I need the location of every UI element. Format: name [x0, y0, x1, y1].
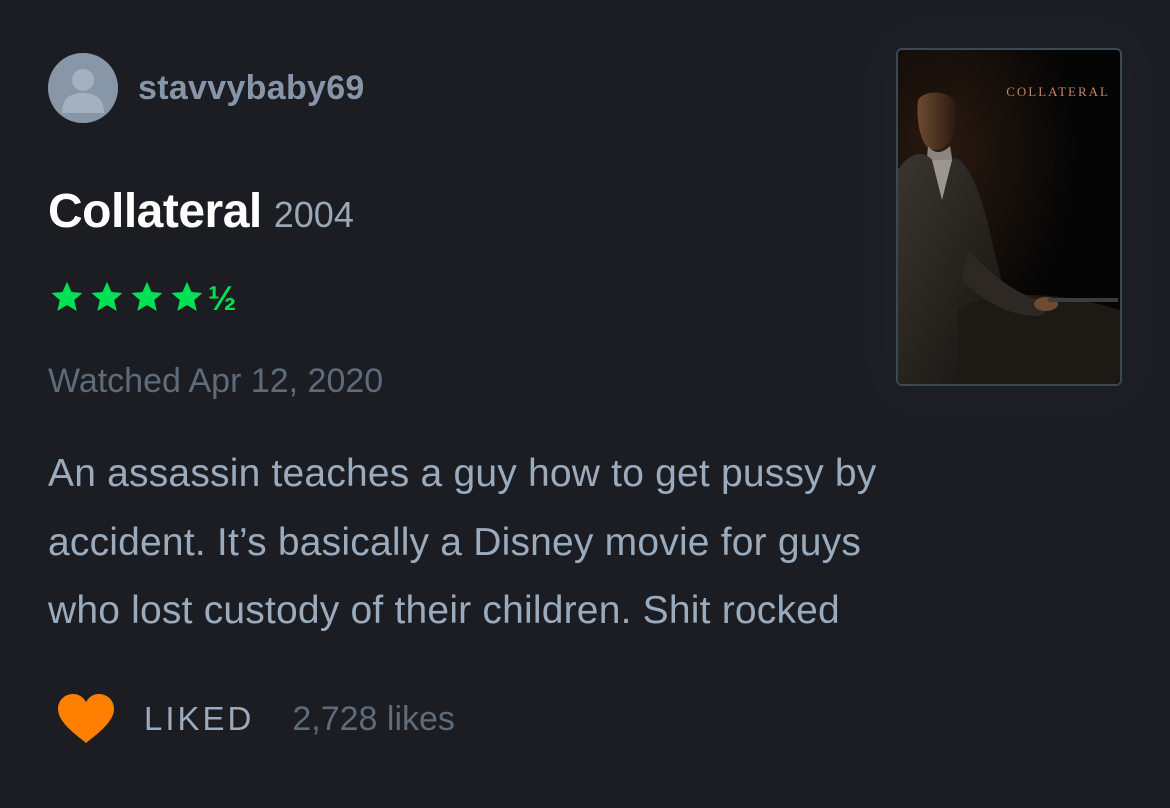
half-star-glyph: ½ — [208, 280, 237, 318]
poster-title: COLLATERAL — [1006, 84, 1110, 99]
star-icon — [91, 281, 123, 311]
avatar[interactable] — [48, 53, 118, 123]
star-rating: ½ — [48, 276, 236, 318]
poster-image — [898, 50, 1120, 384]
review-header: stavvybaby69 — [48, 53, 365, 123]
star-icon — [171, 281, 203, 311]
film-title[interactable]: Collateral — [48, 184, 262, 239]
film-poster[interactable]: COLLATERAL — [896, 48, 1122, 386]
watched-date: Watched Apr 12, 2020 — [48, 362, 384, 400]
review-line: accident. It’s basically a Disney movie … — [48, 520, 862, 564]
review-line: who lost custody of their children. Shit… — [48, 589, 840, 632]
review-line: An assassin teaches a guy how to get pus… — [48, 452, 877, 495]
username[interactable]: stavvybaby69 — [138, 69, 365, 108]
likes-count[interactable]: 2,728 likes — [292, 700, 455, 739]
default-person-icon — [48, 53, 118, 123]
liked-label[interactable]: LIKED — [144, 700, 254, 738]
review-footer: LIKED 2,728 likes — [56, 692, 455, 746]
film-year[interactable]: 2004 — [274, 194, 354, 236]
review-card: stavvybaby69 Collateral 2004 ½ Watched A… — [0, 0, 1170, 808]
star-icon — [131, 281, 163, 311]
heart-icon[interactable] — [56, 693, 116, 745]
review-text: An assassin teaches a guy how to get pus… — [48, 440, 1108, 646]
film-title-row: Collateral 2004 — [48, 184, 354, 239]
star-icon — [51, 281, 83, 311]
